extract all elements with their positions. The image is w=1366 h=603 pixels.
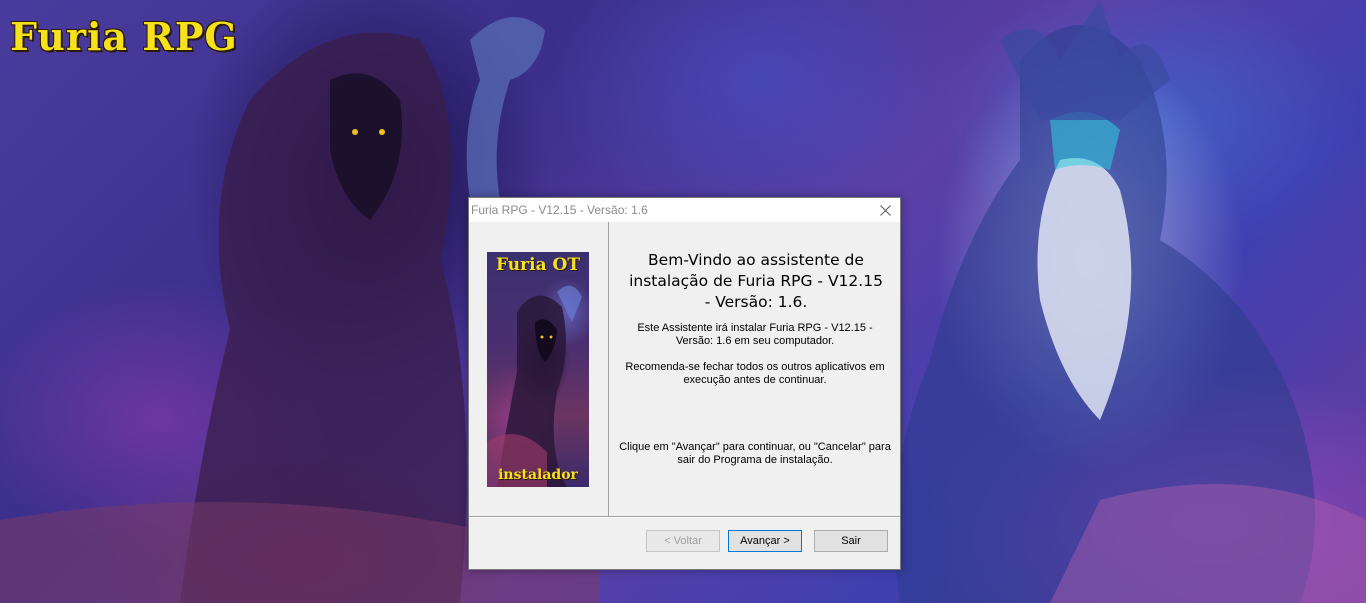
welcome-heading: Bem-Vindo ao assistente de instalação de…: [629, 251, 883, 311]
banner-figure: [487, 285, 582, 487]
wizard-content: Furia OT instalador Bem-Vindo ao assiste…: [469, 222, 900, 516]
close-icon[interactable]: [870, 198, 900, 222]
setup-wizard-dialog: Furia RPG - V12.15 - Versão: 1.6 Furia O…: [468, 197, 901, 570]
title-bar[interactable]: Furia RPG - V12.15 - Versão: 1.6: [469, 198, 900, 222]
window-title: Furia RPG - V12.15 - Versão: 1.6: [471, 203, 648, 217]
exit-button[interactable]: Sair: [814, 530, 888, 552]
next-button[interactable]: Avançar >: [728, 530, 802, 552]
wizard-main-panel: Bem-Vindo ao assistente de instalação de…: [609, 222, 900, 516]
install-description: Este Assistente irá instalar Furia RPG -…: [637, 322, 873, 347]
close-apps-recommendation: Recomenda-se fechar todos os outros apli…: [625, 361, 885, 386]
wizard-side-panel: Furia OT instalador: [469, 222, 609, 516]
back-button[interactable]: < Voltar: [646, 530, 720, 552]
banner-title: Furia OT: [496, 255, 580, 275]
continue-instructions: Clique em "Avançar" para continuar, ou "…: [619, 441, 891, 466]
button-bar-divider: [469, 516, 900, 518]
banner-subtitle: instalador: [498, 467, 578, 483]
close-icon-glyph: [879, 204, 891, 216]
app-logo: Furia RPG: [10, 14, 238, 59]
installer-banner-image: Furia OT instalador: [487, 252, 589, 487]
